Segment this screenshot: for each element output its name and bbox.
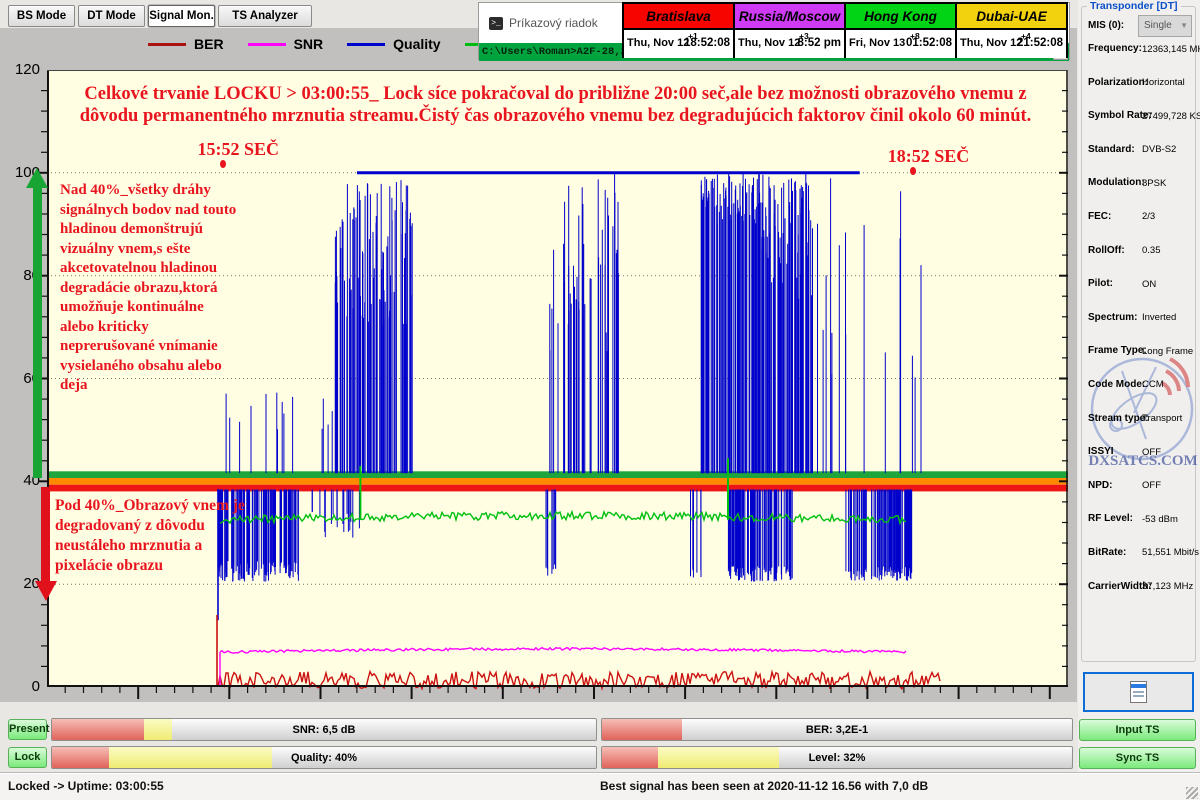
cmd-window-title: Príkazový riadok <box>509 16 598 30</box>
y-axis-label: 40 <box>10 472 40 489</box>
transponder-row: Standard:DVB-S2 <box>1082 144 1195 178</box>
ber-meter: BER: 3,2E-1 <box>601 718 1073 741</box>
ts-list-icon <box>1130 681 1147 703</box>
clock-hong-kong: Hong KongFri, Nov 13+801:52:08 <box>844 2 957 58</box>
legend-line-swatch <box>347 43 385 46</box>
legend-label: Quality <box>393 36 440 52</box>
mis-label: MIS (0): <box>1088 20 1124 31</box>
tab-dt-mode[interactable]: DT Mode <box>78 5 145 27</box>
transponder-row: Spectrum:Inverted <box>1082 312 1195 346</box>
transponder-row: FEC:2/3 <box>1082 211 1195 245</box>
best-signal-status: Best signal has been seen at 2020-11-12 … <box>600 779 928 793</box>
transponder-row: Symbol Rate:27499,728 KS/s <box>1082 110 1195 144</box>
transponder-groupbox: Transponder [DT] DXSATCS.COM Frequency:1… <box>1081 6 1196 662</box>
transponder-row: Code Mode:CCM <box>1082 379 1195 413</box>
y-axis-label: 80 <box>10 267 40 284</box>
transponder-row: CarrierWidth:37,123 MHz <box>1082 581 1195 615</box>
legend-item-ber: BER <box>148 36 224 52</box>
level-meter: Level: 32% <box>601 746 1073 769</box>
y-axis-label: 100 <box>10 164 40 181</box>
legend-label: BER <box>194 36 224 52</box>
mis-selected-value: Single <box>1144 20 1172 31</box>
quality-meter: Quality: 40% <box>51 746 597 769</box>
transponder-row: Frequency:12363,145 MHz <box>1082 43 1195 77</box>
legend-item-quality: Quality <box>347 36 440 52</box>
status-bar: Locked -> Uptime: 03:00:55 Best signal h… <box>0 772 1200 800</box>
signal-chart <box>47 70 1068 704</box>
level-meter-label: Level: 32% <box>602 747 1072 768</box>
transponder-row: RF Level:-53 dBm <box>1082 513 1195 547</box>
chart-panel: BERSNRQualityLevel 120100806040200 Celko… <box>0 28 1077 702</box>
present-indicator: Present <box>8 719 47 740</box>
transponder-row: Frame Type:Long Frame <box>1082 345 1195 379</box>
y-axis-label: 20 <box>10 575 40 592</box>
clock-dubai-uae: Dubai-UAEThu, Nov 12+421:52:08 <box>955 2 1068 58</box>
snr-meter: SNR: 6,5 dB <box>51 718 597 741</box>
transponder-row: Polarization:Horizontal <box>1082 77 1195 111</box>
legend-item-snr: SNR <box>248 36 324 52</box>
quality-meter-label: Quality: 40% <box>52 747 596 768</box>
transponder-group-title: Transponder [DT] <box>1087 0 1181 12</box>
y-axis-label: 60 <box>10 370 40 387</box>
signal-monitor-app: BS ModeDT ModeSignal Mon.TS Analyzer (OK… <box>0 0 1200 800</box>
legend-line-swatch <box>248 43 286 46</box>
y-axis-label: 120 <box>10 61 40 78</box>
tab-bar: BS ModeDT ModeSignal Mon.TS Analyzer (OK… <box>0 0 478 28</box>
transponder-row: Stream type:Transport <box>1082 413 1195 447</box>
transponder-row: Pilot:ON <box>1082 278 1195 312</box>
legend-line-swatch <box>148 43 186 46</box>
ber-meter-label: BER: 3,2E-1 <box>602 719 1072 740</box>
transponder-row: RollOff:0.35 <box>1082 245 1195 279</box>
tab-signal-mon-[interactable]: Signal Mon. <box>148 5 215 27</box>
signal-plot-area <box>47 70 1068 687</box>
sync-ts-indicator: Sync TS <box>1079 747 1196 769</box>
tab-ts-analyzer-ok-[interactable]: TS Analyzer (OK) <box>218 5 312 27</box>
transponder-row: BitRate:51,551 Mbit/s <box>1082 547 1195 581</box>
clock-russia-moscow: Russia/MoscowThu, Nov 12+38:52 pm <box>733 2 846 58</box>
transponder-row: Modulation:8PSK <box>1082 177 1195 211</box>
mis-row: MIS (0): Single ▼ <box>1082 15 1195 45</box>
mis-select[interactable]: Single ▼ <box>1138 15 1192 37</box>
world-clocks: BratislavaThu, Nov 12+118:52:08Russia/Mo… <box>622 2 1068 60</box>
cmd-icon: >_ <box>489 17 503 30</box>
ts-view-button[interactable] <box>1083 672 1194 712</box>
legend-label: SNR <box>294 36 324 52</box>
transponder-row: NPD:OFF <box>1082 480 1195 514</box>
snr-meter-label: SNR: 6,5 dB <box>52 719 596 740</box>
clock-bratislava: BratislavaThu, Nov 12+118:52:08 <box>622 2 735 58</box>
transponder-row: ISSYIOFF <box>1082 446 1195 480</box>
resize-grip[interactable] <box>1186 787 1198 799</box>
input-ts-indicator: Input TS <box>1079 719 1196 741</box>
y-axis-label: 0 <box>10 678 40 695</box>
lock-indicator: Lock <box>8 747 47 768</box>
dropdown-chevron-icon: ▼ <box>1180 16 1188 36</box>
tab-bs-mode[interactable]: BS Mode <box>8 5 75 27</box>
transponder-sidebar: Transponder [DT] DXSATCS.COM Frequency:1… <box>1078 0 1200 800</box>
lock-uptime-status: Locked -> Uptime: 03:00:55 <box>8 779 164 793</box>
